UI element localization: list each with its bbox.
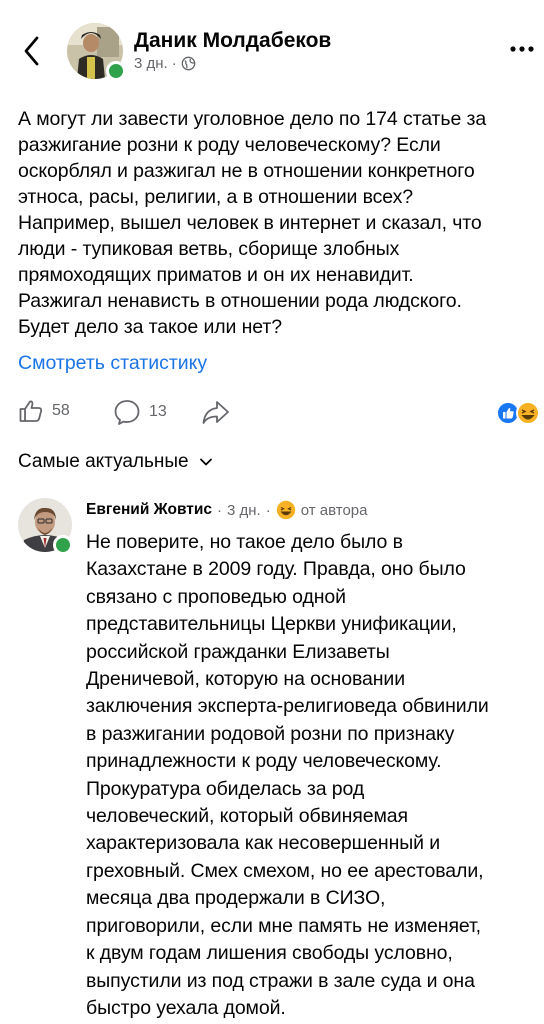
online-status-indicator [53,535,73,555]
meta-separator: · [171,55,177,72]
haha-reaction-icon [516,401,540,425]
post-actions-bar: 58 13 [18,398,538,428]
online-status-indicator [106,61,126,81]
comment-header: Евгений Жовтис · 3 дн. · от автора [86,500,368,520]
comment-bubble-icon [114,400,140,425]
post-body-text: А могут ли завести уголовное дело по 174… [18,108,487,338]
comment-sort-dropdown[interactable]: Самые актуальные [18,451,213,473]
post-header: Даник Молдабеков 3 дн. · [0,0,544,90]
comment-body-text: Не поверите, но такое дело было в Казахс… [86,531,489,1019]
like-button[interactable]: 58 [18,398,70,424]
post-author-name[interactable]: Даник Молдабеков [134,29,331,53]
likes-count: 58 [52,402,70,419]
commenter-avatar[interactable] [18,498,73,555]
post-time[interactable]: 3 дн. [134,55,168,72]
more-options-button[interactable] [508,42,536,56]
haha-reaction-icon [276,500,295,520]
globe-icon [181,56,196,71]
share-arrow-icon [202,401,229,424]
comment-time[interactable]: 3 дн. [227,502,261,519]
thumbs-up-icon [19,400,43,422]
meta-separator: · [217,501,223,519]
view-stats-link[interactable]: Смотреть статистику [18,352,207,375]
share-button[interactable] [201,398,231,426]
post-meta: 3 дн. · [134,55,196,72]
comment-author-name[interactable]: Евгений Жовтис [86,501,212,519]
comments-count: 13 [149,403,167,420]
meta-separator: · [265,501,271,519]
comment-button[interactable]: 13 [113,398,167,426]
chevron-down-icon [199,458,212,466]
back-button[interactable] [18,34,48,68]
like-reaction-icon [496,401,520,425]
reactions-summary[interactable] [496,400,542,426]
sort-label: Самые актуальные [18,451,189,472]
author-avatar[interactable] [67,23,126,81]
author-reaction-badge: от автора [300,501,368,519]
